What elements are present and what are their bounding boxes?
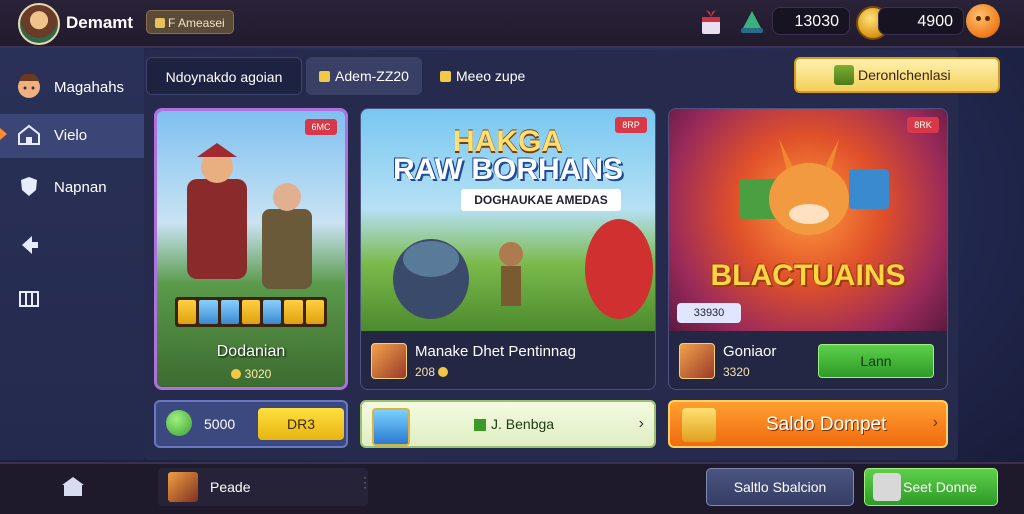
tab-label: Meeo zupe — [456, 68, 526, 84]
offer-badge: 8RK — [907, 117, 939, 133]
banner-title-line2: RAW BORHANS — [393, 153, 623, 186]
gift-icon[interactable] — [700, 8, 722, 36]
offer-name: Goniaor — [723, 343, 777, 360]
player-info[interactable]: Peade ⋮ — [158, 468, 372, 506]
primary-action-button[interactable]: Seet Donne — [864, 468, 998, 506]
balance-row[interactable]: Saldo Dompet › — [668, 400, 948, 448]
player-tag[interactable]: F Ameasei — [146, 10, 234, 34]
grid-icon — [19, 291, 39, 307]
wallet-button[interactable]: Deronlchenlasi — [794, 57, 1000, 93]
offer-price: 208 — [415, 365, 452, 379]
offer-price: 3020 — [157, 367, 345, 381]
fox-mascot-illustration — [739, 139, 889, 235]
gold-icon — [319, 71, 331, 82]
sidebar-item-grid[interactable] — [0, 278, 144, 322]
tab-ndoynakdo[interactable]: Ndoynakdo agoian — [146, 57, 302, 95]
house-icon — [18, 124, 40, 145]
secondary-action-button[interactable]: Saltlo Sbalcion — [706, 468, 854, 506]
home-icon[interactable] — [60, 474, 86, 498]
hero-art: 6MC Dodanian 3020 — [157, 111, 345, 387]
tag-icon — [155, 18, 165, 28]
offer-footer: Manake Dhet Pentinnag 208 — [361, 331, 655, 389]
balance-label: Saldo Dompet — [766, 414, 887, 435]
wallet-label: Deronlchenlasi — [858, 67, 951, 83]
bundle-label: J. Benbga — [474, 416, 554, 432]
item-slot — [241, 300, 261, 324]
learn-button[interactable]: Lann — [818, 344, 934, 378]
price-value: 208 — [415, 365, 436, 379]
bundle-text: J. Benbga — [491, 416, 555, 432]
offer-price: 3320 — [723, 365, 750, 379]
item-slot — [199, 300, 218, 324]
tab-label: Adem-ZZ20 — [335, 68, 409, 84]
gold-icon — [440, 71, 451, 82]
offer-name: Dodanian — [216, 343, 286, 360]
treasure-icon — [682, 408, 716, 442]
offer-thumbnail — [371, 343, 407, 379]
active-indicator — [0, 128, 7, 140]
gem-icon — [166, 410, 192, 436]
gem-purchase-row[interactable]: 5000 DR3 — [154, 400, 348, 448]
player-avatar[interactable] — [18, 3, 60, 45]
item-slot — [220, 300, 239, 324]
item-slot — [263, 300, 282, 324]
sidebar-item-magahahs[interactable]: Magahahs — [0, 66, 144, 110]
sidebar-item-label: Magahahs — [54, 79, 125, 96]
wallet-icon — [834, 65, 854, 85]
offer-badge: 6MC — [305, 119, 337, 135]
item-slot — [284, 300, 303, 324]
hero-art: HAKGA RAW BORHANS DOGHAUKAE AMEDAS 8RP — [361, 109, 655, 331]
price-value: 3020 — [244, 367, 272, 381]
sidebar-item-label: Napnan — [54, 179, 107, 196]
tag-label: F Ameasei — [168, 16, 225, 30]
wizard-hat-icon[interactable] — [738, 8, 766, 36]
emoji-menu-button[interactable] — [966, 4, 1000, 38]
player-avatar-small — [168, 472, 198, 502]
item-slots — [175, 297, 327, 327]
currency-balance-2: 4900 — [878, 7, 964, 35]
tab-meeo[interactable]: Meeo zupe — [432, 57, 548, 95]
sidebar-item-napnan[interactable]: Napnan — [0, 166, 144, 210]
hero-art: BLACTUAINS 33930 8RK — [669, 109, 947, 331]
warriors-illustration — [187, 143, 312, 289]
shield-icon — [21, 177, 37, 196]
currency-balance-1: 13030 — [772, 7, 850, 35]
box-icon — [873, 473, 901, 501]
offer-card-1[interactable]: 6MC Dodanian 3020 — [154, 108, 348, 390]
gem-buy-button[interactable]: DR3 — [258, 408, 344, 440]
item-slot — [305, 300, 324, 324]
button-label: Seet Donne — [903, 479, 977, 495]
chevron-right-icon: › — [932, 414, 938, 431]
banner-title: BLACTUAINS — [710, 259, 906, 292]
arrow-left-icon — [22, 236, 38, 254]
tab-adem[interactable]: Adem-ZZ20 — [306, 57, 422, 95]
offer-thumbnail — [679, 343, 715, 379]
bundle-row[interactable]: J. Benbga › — [360, 400, 656, 448]
gem-icon — [474, 419, 486, 431]
more-icon[interactable]: ⋮ — [358, 474, 372, 491]
sidebar-item-back[interactable] — [0, 224, 144, 268]
chevron-right-icon: › — [638, 415, 644, 432]
sidebar-item-vielo[interactable]: Vielo — [0, 114, 144, 158]
banner-price-tag: 33930 — [677, 303, 741, 323]
offer-name: Manake Dhet Pentinnag — [415, 343, 576, 360]
item-slot — [178, 300, 197, 324]
sidebar: Magahahs Vielo Napnan — [0, 48, 144, 460]
offer-badge: 8RP — [615, 117, 647, 133]
offer-card-2[interactable]: HAKGA RAW BORHANS DOGHAUKAE AMEDAS 8RP M… — [360, 108, 656, 390]
chest-icon — [372, 408, 410, 446]
face-icon — [18, 74, 40, 98]
coin-icon — [438, 367, 449, 377]
banner-subtitle: DOGHAUKAE AMEDAS — [461, 189, 621, 211]
monsters-illustration — [393, 219, 653, 319]
player-name: Peade — [210, 479, 251, 495]
gem-value: 5000 — [204, 416, 236, 432]
username: Demamt — [66, 13, 134, 32]
coin-icon — [230, 369, 241, 379]
sidebar-item-label: Vielo — [54, 127, 88, 144]
